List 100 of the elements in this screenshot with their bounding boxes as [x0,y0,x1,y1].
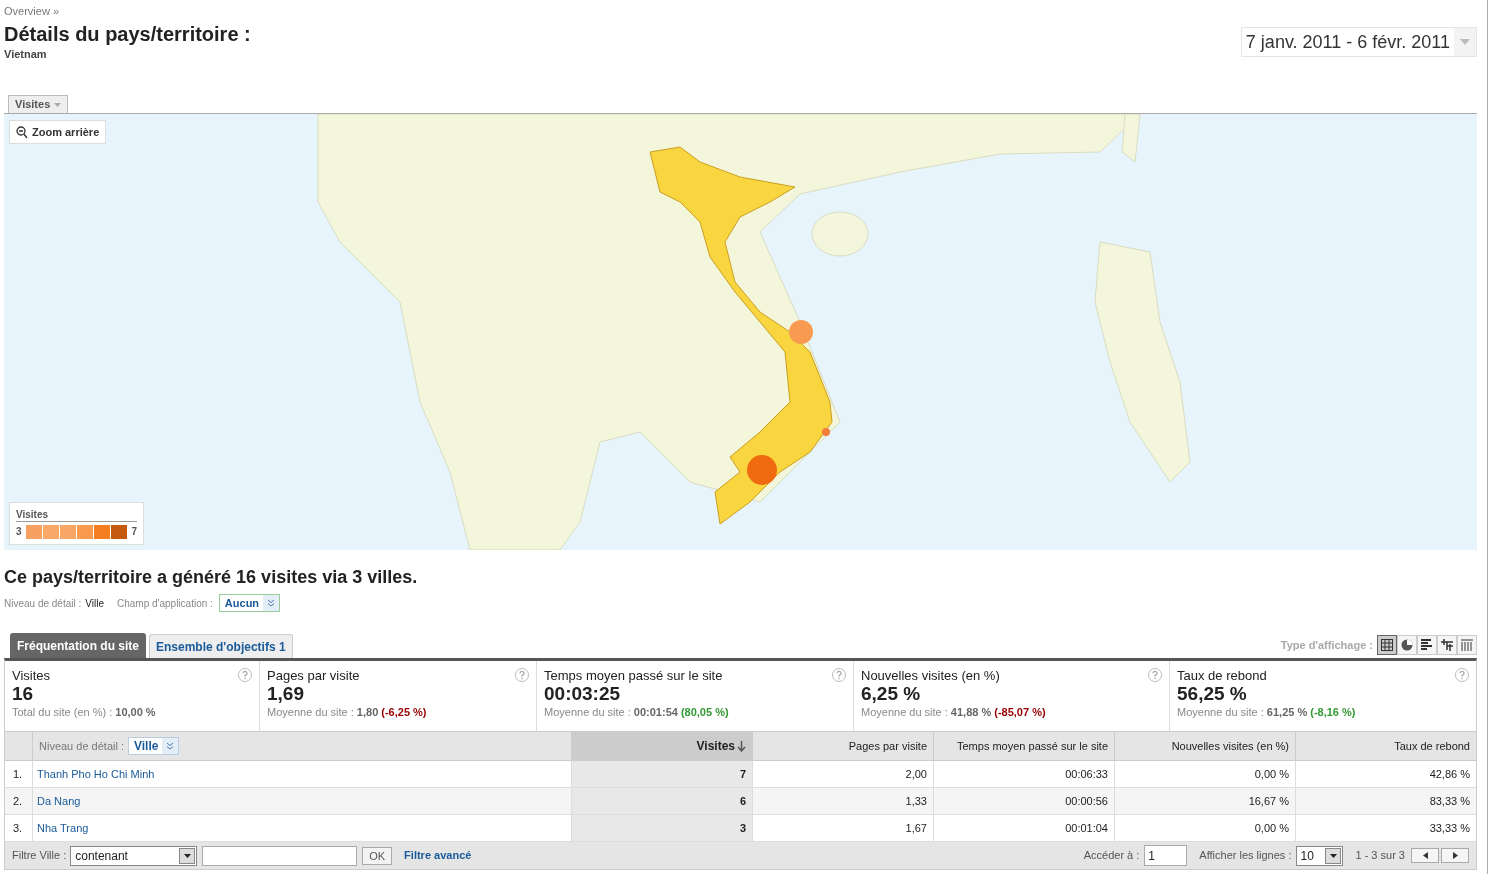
map[interactable]: Zoom arrière Visites 3 7 [4,113,1477,550]
city-link[interactable]: Da Nang [37,792,81,810]
table-cell: 1,33 [752,788,933,815]
help-icon[interactable] [1455,668,1469,682]
table-cell: 6 [571,788,752,815]
city-link[interactable]: Thanh Pho Ho Chi Minh [37,765,155,783]
legend-title: Visites [16,509,137,522]
metric-label: Pages par visite [267,668,360,683]
tab[interactable]: Ensemble d'objectifs 1 [149,634,293,658]
metric-sub-value: 61,25 % [1266,705,1308,719]
filter-input[interactable] [202,845,358,866]
caret-icon [183,853,191,858]
column-header[interactable]: Visites [571,731,752,761]
help-icon[interactable] [515,668,529,682]
help-icon[interactable] [832,668,846,682]
operator-select[interactable]: contenant [70,845,198,866]
pie-chart-icon [1401,639,1413,651]
metric-change: (-85,07 %) [994,705,1046,719]
metric-label: Temps moyen passé sur le site [544,668,723,683]
filter-label: Filtre Ville : [12,848,67,864]
table-cell: 00:00:56 [933,788,1114,815]
column-header[interactable]: Taux de rebond [1295,731,1476,761]
bar-chart-icon [1421,639,1433,651]
left-triangle-icon [1422,852,1428,859]
legend-max: 7 [131,525,137,539]
metric-value: 00:03:25 [544,683,622,705]
scope-dropdown[interactable]: Aucun [218,594,281,612]
table-cell: 16,67 % [1114,788,1295,815]
advanced-filter-link[interactable]: Filtre avancé [404,847,472,864]
rows-select[interactable]: 10 [1296,845,1344,866]
table-cell: 7 [571,761,752,788]
table-cell: 3 [571,815,752,842]
metric-change: (-6,25 %) [381,705,427,719]
metric-value: 1,69 [267,683,305,705]
detail-level-value: Ville [85,596,104,611]
summary-heading: Ce pays/territoire a généré 16 visites via 3 villes. [4,566,419,588]
page-range: 1 - 3 sur 3 [1355,848,1405,864]
detail-level-label: Niveau de détail : [39,738,124,754]
table-cell: 0,00 % [1114,761,1295,788]
city-link[interactable]: Nha Trang [37,819,89,837]
metric-sub-label: Moyenne du site : [861,705,948,719]
sort-arrow-icon [737,740,746,752]
metric-sub-label: Moyenne du site : [544,705,631,719]
caret-icon [54,102,62,107]
metric-value: 16 [12,683,35,705]
country-name: Vietnam [4,46,48,62]
metric-sub-label: Moyenne du site : [1177,705,1264,719]
metric-label: Taux de rebond [1177,668,1267,683]
next-page-button[interactable] [1441,848,1469,863]
detail-level-label: Niveau de détail : [4,596,82,611]
chevron-icon [267,599,276,607]
caret-icon [1329,853,1337,858]
pivot-icon [1461,639,1473,651]
metric-sub-value: 1,80 [356,705,379,719]
table-cell: 00:06:33 [933,761,1114,788]
table-cell: 2,00 [752,761,933,788]
column-header[interactable]: Temps moyen passé sur le site [933,731,1114,761]
right-triangle-icon [1452,852,1458,859]
metric-value: 6,25 % [861,683,922,705]
view-type-label: Type d'affichage : [1280,637,1373,653]
row-number: 3. [5,815,33,842]
table-cell: 42,86 % [1295,761,1476,788]
table-cell: 83,33 % [1295,788,1476,815]
zoom-out-button[interactable]: Zoom arrière [9,120,107,144]
metric-change: (80,05 %) [680,705,729,719]
table-cell: 00:01:04 [933,815,1114,842]
ok-button[interactable]: OK [362,846,393,865]
metric-tab[interactable]: Visites [8,95,69,113]
scope-label: Champ d'application : [117,596,213,611]
grid-icon [1381,639,1393,651]
metric-label: Nouvelles visites (en %) [861,668,1000,683]
view-type-button[interactable] [1377,635,1397,655]
breadcrumb-link[interactable]: Overview » [4,3,251,20]
column-header[interactable]: Nouvelles visites (en %) [1114,731,1295,761]
help-icon[interactable] [1148,668,1162,682]
previous-page-button[interactable] [1411,848,1439,863]
rows-label: Afficher les lignes : [1199,848,1292,864]
metric-sub-label: Moyenne du site : [267,705,354,719]
table-cell: 1,67 [752,815,933,842]
help-icon[interactable] [238,668,252,682]
row-number: 1. [5,761,33,788]
chevron-icon [166,742,175,750]
detail-level-dropdown[interactable]: Ville [128,737,180,755]
zoom-out-icon [16,125,28,139]
metric-sub-value: 10,00 % [115,705,156,719]
page-title: Détails du pays/territoire : [4,21,251,46]
goto-label: Accéder à : [1083,848,1140,864]
date-range-picker[interactable]: 7 janv. 2011 - 6 févr. 2011 [1240,27,1477,57]
tab[interactable]: Fréquentation du site [10,633,146,658]
table-cell: 0,00 % [1114,815,1295,842]
table-cell: 33,33 % [1295,815,1476,842]
goto-input[interactable]: 1 [1144,845,1188,866]
compare-icon [1441,639,1453,651]
caret-icon [1460,39,1470,45]
metric-sub-value: 00:01:54 [633,705,678,719]
metric-change: (-8,16 %) [1310,705,1356,719]
metric-sub-value: 41,88 % [950,705,992,719]
column-header[interactable]: Pages par visite [752,731,933,761]
metric-label: Visites [12,668,51,683]
row-number: 2. [5,788,33,815]
